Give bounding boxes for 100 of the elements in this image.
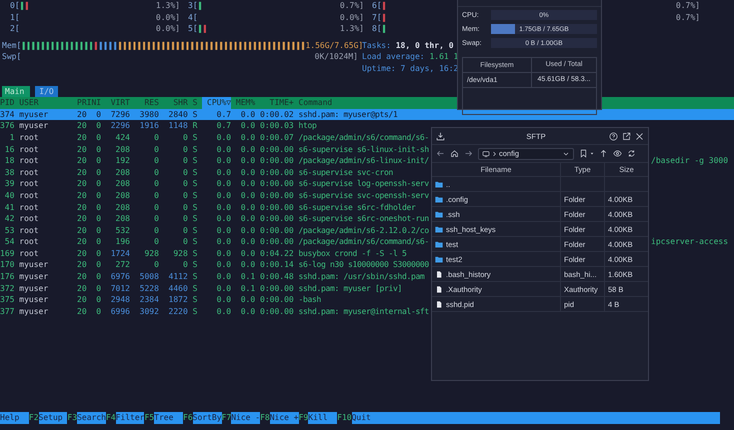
table-cell-text: 0: [95, 166, 102, 178]
table-cell-text: 0.0: [216, 282, 232, 294]
table-cell-text: 0: [182, 259, 188, 272]
table-cell-text: 0.0: [240, 132, 256, 144]
process-row[interactable]: 377 myuser 20 0 6996 3092 2220 S 0.0 0.0 0:00.00 sshd.pam: myuser@internal-sft: [0, 306, 429, 318]
download-icon[interactable]: [436, 132, 445, 140]
table-cell: 20: [77, 155, 87, 167]
table-cell-text: 0:00.00: [259, 294, 294, 306]
process-row[interactable]: 169 root 20 0 1724 928 928 S 0.0 0.0 0:04.22 busybox crond -f -S -l 5: [0, 248, 406, 260]
process-row[interactable]: 376 myuser 20 0 2296 1916 1148 R 0.7 0.0 0:00.03 htop: [0, 120, 317, 132]
table-cell-text: 2384: [138, 294, 159, 306]
up-arrow-icon[interactable]: [599, 149, 608, 158]
table-cell-text: 0: [95, 259, 102, 272]
process-row[interactable]: 1 root 20 0 424 0 0 S 0.0 0.0 0:00.07 /package/admin/s6/command/s6-: [0, 132, 429, 144]
table-cell-text: 0:00.00: [259, 213, 294, 225]
process-row[interactable]: 38 root 20 0 208 0 0 S 0.0 0.0 0:00.00 s6-supervise svc-cron: [0, 166, 393, 178]
process-row[interactable]: 372 myuser 20 0 7012 5228 4460 S 0.0 0.1 0:00.00 sshd.pam: myuser [priv]: [0, 282, 402, 294]
process-row[interactable]: 39 root 20 0 208 0 0 S 0.0 0.0 0:00.00 s6-supervise log-openssh-serv: [0, 178, 429, 190]
table-cell: /package/admin/s6-linux-init/: [298, 155, 429, 167]
table-cell-text: 208: [114, 166, 130, 178]
table-cell-text: 0: [95, 155, 102, 167]
process-row[interactable]: 176 myuser 20 0 6976 5008 4112 S 0.0 0.1 0:00.48 sshd.pam: /usr/sbin/sshd.pam: [0, 271, 424, 283]
stat-label: Load average:: [362, 52, 425, 62]
table-cell-text: 208: [114, 213, 130, 225]
forward-icon[interactable]: [464, 149, 473, 158]
back-icon[interactable]: [436, 149, 445, 158]
table-cell-text: 2840: [168, 108, 188, 120]
table-cell-text: S: [192, 294, 198, 306]
process-row[interactable]: 16 root 20 0 208 0 0 S 0.0 0.0 0:00.00 s6-supervise s6-linux-init-sh: [0, 144, 429, 156]
table-cell-text: 0: [182, 213, 188, 225]
table-cell-text: 0: [95, 108, 102, 120]
process-row[interactable]: 41 root 20 0 208 0 0 S 0.0 0.0 0:00.00 s6-supervise s6rc-fdholder: [0, 202, 416, 214]
table-cell-text: 3092: [138, 306, 159, 318]
eye-icon[interactable]: [613, 149, 622, 158]
table-cell: 20: [77, 213, 87, 225]
table-cell-text: 208: [114, 202, 130, 214]
table-cell-text: 3980: [138, 108, 159, 120]
table-cell-text: 0.0: [216, 248, 232, 260]
cpu-usage-bars: |: [198, 23, 202, 35]
process-row[interactable]: 375 myuser 20 0 2948 2384 1872 S 0.0 0.0 0:00.00 -bash: [0, 294, 322, 306]
table-cell-text: 1: [8, 132, 14, 144]
cpu-usage-bars: |: [202, 23, 208, 35]
table-cell: /package/admin/s6-2.12.0.2/co: [298, 224, 429, 236]
table-cell-text: 0: [153, 224, 159, 236]
table-cell-text: myuser: [19, 120, 50, 132]
table-cell-text: 41: [4, 202, 14, 214]
help-icon[interactable]: [609, 132, 618, 140]
table-cell-text: 0: [153, 166, 159, 178]
table-cell-text: 0:00.00: [259, 306, 294, 318]
table-cell: s6-supervise s6rc-fdholder: [298, 202, 416, 214]
table-cell-text: 0: [95, 248, 102, 260]
memory-usage-bars: |||||||||||||||||||||||||||||||||||||||: [118, 40, 306, 52]
table-cell-text: 0.0: [240, 236, 256, 248]
table-cell-text: 0.0: [216, 224, 232, 236]
table-cell-text: 0:00.07: [259, 132, 294, 144]
table-cell-text: 192: [114, 155, 130, 167]
table-cell-text: 196: [114, 236, 130, 248]
popout-icon[interactable]: [622, 132, 631, 140]
process-row[interactable]: 40 root 20 0 208 0 0 S 0.0 0.0 0:00.00 s6-supervise svc-openssh-serv: [0, 190, 429, 202]
table-cell-text: 0: [95, 224, 102, 236]
cpu-label: 8[: [372, 23, 382, 35]
process-row[interactable]: 42 root 20 0 208 0 0 S 0.0 0.0 0:00.00 s6-supervise s6rc-oneshot-run: [0, 213, 429, 225]
table-cell-text: myuser: [19, 294, 50, 306]
table-cell-text: 0:00.00: [259, 224, 294, 236]
table-cell-text: S: [192, 155, 198, 167]
close-icon[interactable]: [635, 132, 644, 140]
cpu-label: 1[: [10, 12, 20, 24]
home-icon[interactable]: [450, 149, 459, 158]
table-cell-text: 0:00.00: [259, 178, 294, 190]
table-cell: /basedir -g 3000: [651, 155, 728, 167]
process-row[interactable]: 53 root 20 0 532 0 0 S 0.0 0.0 0:00.00 /package/admin/s6-2.12.0.2/co: [0, 224, 429, 236]
function-key[interactable]: Help: [0, 412, 29, 424]
table-cell-text: 0: [182, 178, 188, 190]
table-cell-text: 0.0: [216, 202, 232, 214]
process-row[interactable]: 170 myuser 20 0 272 0 0 S 0.0 0.0 0:00.14 s6-log n30 s10000000 S3000000: [0, 259, 429, 272]
table-cell-text: 0:00.00: [259, 236, 294, 248]
table-cell: s6-supervise svc-openssh-serv: [298, 190, 429, 202]
table-cell: s6-supervise s6rc-oneshot-run: [298, 213, 429, 225]
table-cell-text: 0: [153, 190, 159, 202]
table-cell-text: myuser: [19, 271, 50, 283]
table-cell-text: S: [192, 224, 198, 236]
table-cell-text: 5228: [138, 282, 159, 294]
table-cell-text: 928: [143, 248, 159, 260]
table-cell-text: 0: [153, 259, 159, 272]
table-cell-text: 0.0: [216, 213, 232, 225]
table-cell-text: 0:00.00: [259, 202, 294, 214]
table-cell-text: 0: [153, 178, 159, 190]
table-cell-text: 0.0: [240, 155, 256, 167]
memory-label: Swp[: [2, 51, 22, 63]
table-cell-text: S: [192, 166, 198, 178]
table-cell-text: 0: [153, 132, 159, 144]
bookmark-icon[interactable]: [579, 149, 588, 158]
cpu-label: 4[: [188, 12, 198, 24]
table-cell-text: 0: [95, 120, 102, 132]
refresh-icon[interactable]: [627, 149, 636, 158]
table-cell: 20: [77, 166, 87, 178]
table-cell-text: 4112: [168, 271, 188, 283]
table-cell: 375: [0, 294, 14, 306]
column-header[interactable]: CPU%▽: [202, 97, 232, 109]
table-cell-text: 16: [4, 144, 14, 156]
